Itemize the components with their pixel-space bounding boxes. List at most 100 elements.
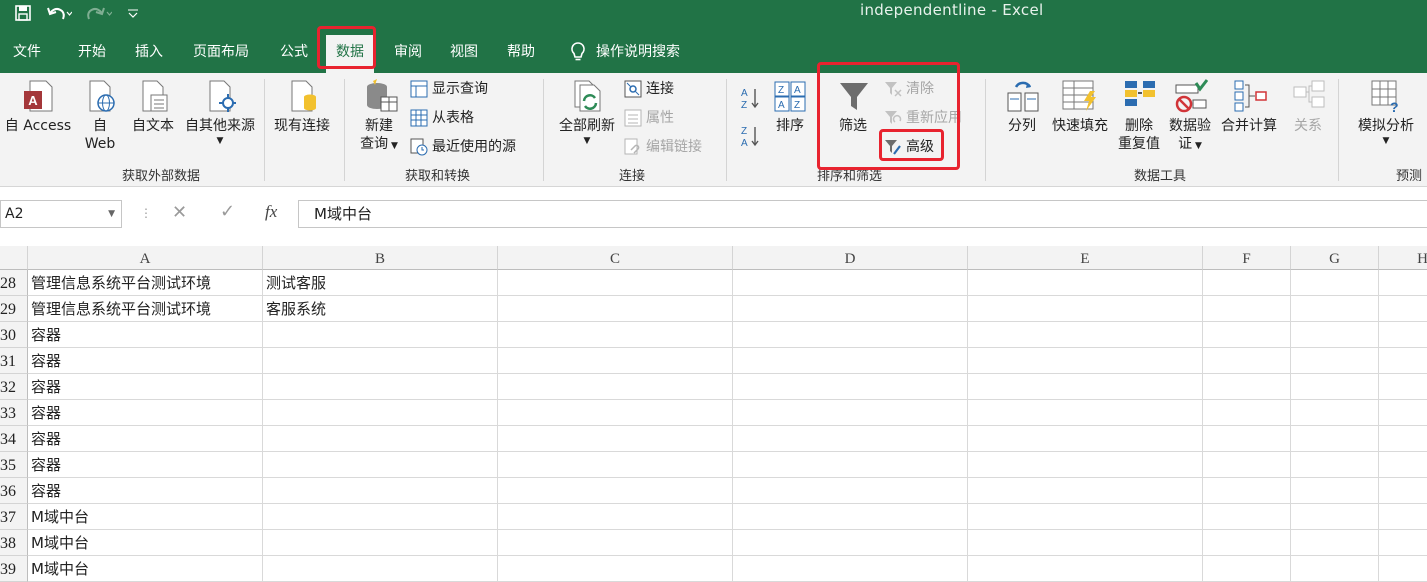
cell-h[interactable] xyxy=(1379,322,1427,348)
new-query-button[interactable]: 新建 查询 ▼ xyxy=(352,79,406,155)
cell-a[interactable]: M域中台 xyxy=(28,556,263,582)
cell-h[interactable] xyxy=(1379,374,1427,400)
row-header[interactable]: 34 xyxy=(0,426,28,452)
name-box[interactable]: A2 ▼ xyxy=(0,200,122,228)
cell-g[interactable] xyxy=(1291,426,1379,452)
cell-h[interactable] xyxy=(1379,478,1427,504)
row-header[interactable]: 29 xyxy=(0,296,28,322)
tab-review[interactable]: 审阅 xyxy=(394,35,422,69)
column-header-g[interactable]: G xyxy=(1291,246,1379,270)
save-icon[interactable] xyxy=(14,4,32,26)
cell-h[interactable] xyxy=(1379,530,1427,556)
recent-sources-button[interactable]: 最近使用的源 xyxy=(410,136,516,158)
cell-g[interactable] xyxy=(1291,556,1379,582)
cell-b[interactable] xyxy=(263,426,498,452)
cell-e[interactable] xyxy=(968,348,1203,374)
row-header[interactable]: 32 xyxy=(0,374,28,400)
tab-help[interactable]: 帮助 xyxy=(507,35,535,69)
cell-e[interactable] xyxy=(968,426,1203,452)
cell-e[interactable] xyxy=(968,374,1203,400)
cell-b[interactable] xyxy=(263,478,498,504)
cell-b[interactable]: 客服系统 xyxy=(263,296,498,322)
cell-a[interactable]: 容器 xyxy=(28,400,263,426)
cell-h[interactable] xyxy=(1379,400,1427,426)
tab-page-layout[interactable]: 页面布局 xyxy=(193,35,249,69)
cell-a[interactable]: M域中台 xyxy=(28,530,263,556)
cell-f[interactable] xyxy=(1203,426,1291,452)
cell-a[interactable]: 管理信息系统平台测试环境 xyxy=(28,270,263,296)
cell-a[interactable]: 容器 xyxy=(28,374,263,400)
cell-d[interactable] xyxy=(733,348,968,374)
cell-d[interactable] xyxy=(733,556,968,582)
cell-g[interactable] xyxy=(1291,478,1379,504)
cell-b[interactable] xyxy=(263,556,498,582)
cell-f[interactable] xyxy=(1203,270,1291,296)
cell-b[interactable] xyxy=(263,400,498,426)
cell-g[interactable] xyxy=(1291,322,1379,348)
cell-h[interactable] xyxy=(1379,504,1427,530)
tab-home[interactable]: 开始 xyxy=(78,35,106,69)
cell-f[interactable] xyxy=(1203,556,1291,582)
cell-c[interactable] xyxy=(498,556,733,582)
tab-file[interactable]: 文件 xyxy=(13,35,41,69)
cell-f[interactable] xyxy=(1203,452,1291,478)
row-header[interactable]: 39 xyxy=(0,556,28,582)
cell-d[interactable] xyxy=(733,374,968,400)
cell-a[interactable]: M域中台 xyxy=(28,504,263,530)
cell-e[interactable] xyxy=(968,556,1203,582)
from-access-button[interactable]: A 自 Access xyxy=(4,79,72,135)
cell-b[interactable] xyxy=(263,504,498,530)
cell-c[interactable] xyxy=(498,426,733,452)
cell-b[interactable] xyxy=(263,452,498,478)
cell-h[interactable] xyxy=(1379,296,1427,322)
cell-g[interactable] xyxy=(1291,374,1379,400)
existing-connections-button[interactable]: 现有连接 xyxy=(270,79,334,135)
relationships-button[interactable]: 关系 xyxy=(1288,79,1328,135)
text-to-columns-button[interactable]: 分列 xyxy=(1000,79,1044,135)
cell-c[interactable] xyxy=(498,322,733,348)
cell-d[interactable] xyxy=(733,478,968,504)
tab-insert[interactable]: 插入 xyxy=(135,35,163,69)
show-queries-button[interactable]: 显示查询 xyxy=(410,78,488,100)
redo-icon[interactable] xyxy=(86,4,113,26)
cell-c[interactable] xyxy=(498,504,733,530)
remove-duplicates-button[interactable]: 删除 重复值 xyxy=(1114,79,1164,153)
cell-h[interactable] xyxy=(1379,556,1427,582)
cell-h[interactable] xyxy=(1379,270,1427,296)
tab-view[interactable]: 视图 xyxy=(450,35,478,69)
cell-f[interactable] xyxy=(1203,322,1291,348)
cell-g[interactable] xyxy=(1291,452,1379,478)
cell-e[interactable] xyxy=(968,530,1203,556)
cell-c[interactable] xyxy=(498,348,733,374)
row-header[interactable]: 37 xyxy=(0,504,28,530)
row-header[interactable]: 28 xyxy=(0,270,28,296)
from-web-button[interactable]: 自 Web xyxy=(82,79,118,153)
row-header[interactable]: 38 xyxy=(0,530,28,556)
insert-function-icon[interactable]: fx xyxy=(265,202,277,222)
cell-f[interactable] xyxy=(1203,348,1291,374)
sort-a-to-z-button[interactable]: AZ xyxy=(740,87,760,111)
cell-d[interactable] xyxy=(733,322,968,348)
cell-d[interactable] xyxy=(733,426,968,452)
column-header-f[interactable]: F xyxy=(1203,246,1291,270)
undo-icon[interactable] xyxy=(46,4,73,26)
cell-c[interactable] xyxy=(498,530,733,556)
sort-z-to-a-button[interactable]: ZA xyxy=(740,125,760,149)
row-header[interactable]: 30 xyxy=(0,322,28,348)
cell-g[interactable] xyxy=(1291,270,1379,296)
cell-e[interactable] xyxy=(968,322,1203,348)
cell-b[interactable] xyxy=(263,530,498,556)
cell-g[interactable] xyxy=(1291,504,1379,530)
formula-input[interactable]: M域中台 xyxy=(298,200,1427,228)
cell-d[interactable] xyxy=(733,530,968,556)
cell-e[interactable] xyxy=(968,504,1203,530)
cell-h[interactable] xyxy=(1379,348,1427,374)
cell-f[interactable] xyxy=(1203,530,1291,556)
cell-b[interactable]: 测试客服 xyxy=(263,270,498,296)
cell-c[interactable] xyxy=(498,270,733,296)
cell-h[interactable] xyxy=(1379,426,1427,452)
customize-qat-icon[interactable] xyxy=(126,6,140,25)
cell-c[interactable] xyxy=(498,478,733,504)
cell-d[interactable] xyxy=(733,270,968,296)
cell-e[interactable] xyxy=(968,452,1203,478)
